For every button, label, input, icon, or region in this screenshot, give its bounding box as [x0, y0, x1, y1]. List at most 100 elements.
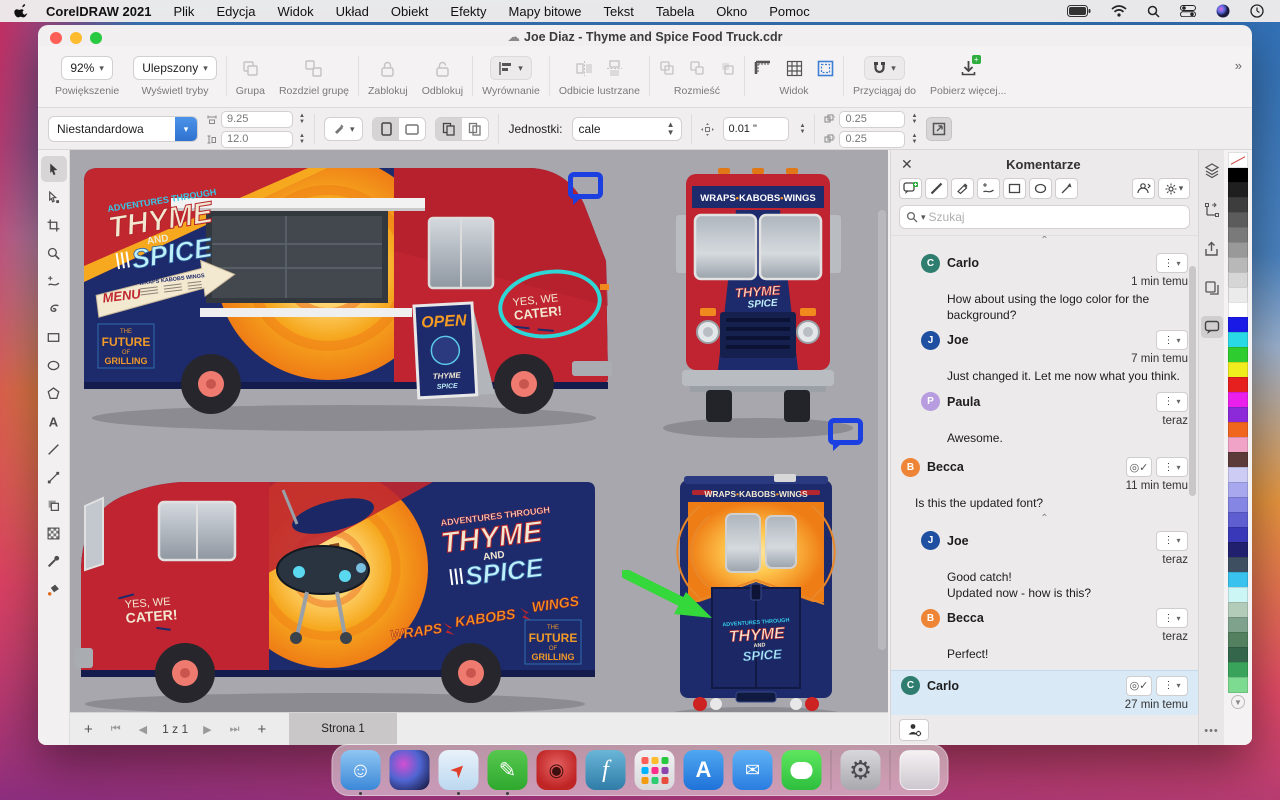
unlock-icon[interactable] [435, 60, 450, 77]
no-color-swatch[interactable] [1228, 152, 1248, 168]
landscape-button[interactable] [399, 118, 425, 140]
palette-scroll-down-button[interactable]: ▼ [1231, 695, 1245, 709]
search-input[interactable] [929, 210, 1183, 224]
dock-trash-icon[interactable] [900, 750, 940, 790]
account-settings-button[interactable] [899, 719, 929, 741]
line-tool[interactable] [41, 436, 67, 462]
color-swatch-24[interactable] [1228, 512, 1248, 528]
color-swatch-7[interactable] [1228, 257, 1248, 273]
comment-options-button[interactable]: ⋮▾ [1156, 253, 1188, 273]
dock-messages-icon[interactable] [782, 750, 822, 790]
siri-icon[interactable] [1216, 4, 1230, 18]
resolve-comment-button[interactable]: ◎✓ [1126, 457, 1152, 477]
rulers-icon[interactable] [754, 60, 772, 76]
color-swatch-19[interactable] [1228, 437, 1248, 453]
comment-options-button[interactable]: ⋮▾ [1156, 330, 1188, 350]
treat-as-filled-toggle[interactable] [926, 117, 952, 141]
page-width-field[interactable]: 9.25 [221, 111, 293, 128]
color-swatch-28[interactable] [1228, 572, 1248, 588]
color-swatch-16[interactable] [1228, 392, 1248, 408]
shadow-tool[interactable] [41, 492, 67, 518]
connector-tool[interactable] [41, 464, 67, 490]
nudge-stepper[interactable]: ▲▼ [800, 123, 806, 135]
color-swatch-3[interactable] [1228, 197, 1248, 213]
eyedropper-tool[interactable] [41, 548, 67, 574]
text-tool[interactable]: A [41, 408, 67, 434]
menu-item-tabela[interactable]: Tabela [656, 4, 694, 19]
page-border-icon[interactable] [817, 60, 834, 77]
group-objects-icon[interactable] [242, 60, 259, 77]
crop-tool[interactable] [41, 212, 67, 238]
add-page-button-2[interactable]: + [258, 721, 267, 738]
green-arrow-annotation[interactable] [622, 570, 714, 622]
portrait-button[interactable] [373, 118, 399, 140]
get-more-icon[interactable]: + [961, 60, 976, 76]
toolbar-overflow-button[interactable]: » [1235, 54, 1242, 73]
color-swatch-14[interactable] [1228, 362, 1248, 378]
color-swatch-1[interactable] [1228, 167, 1248, 183]
color-swatch-35[interactable] [1228, 677, 1248, 693]
mirror-vertical-icon[interactable] [607, 60, 622, 77]
freehand-annotation-icon[interactable] [977, 178, 1000, 199]
ellipse-annotation-icon[interactable] [1029, 178, 1052, 199]
color-swatch-5[interactable] [1228, 227, 1248, 243]
collaboration-icon[interactable] [1132, 178, 1155, 199]
view-mode-dropdown[interactable]: Ulepszony▾ [133, 56, 217, 80]
previous-page-button[interactable]: ◀ [139, 723, 147, 736]
ellipse-tool[interactable] [41, 352, 67, 378]
first-page-button[interactable]: ⏮ [111, 723, 121, 736]
color-swatch-2[interactable] [1228, 182, 1248, 198]
artistic-media-tool[interactable] [41, 296, 67, 322]
export-docker-icon[interactable] [1201, 238, 1223, 260]
dock-system-preferences-icon[interactable]: ⚙ [841, 750, 881, 790]
duplicate-x-field[interactable]: 0.25 [839, 111, 905, 128]
color-swatch-6[interactable] [1228, 242, 1248, 258]
arrow-annotation-icon[interactable] [1055, 178, 1078, 199]
comment-marker-2[interactable] [828, 418, 863, 450]
selected-comment-thread[interactable]: C Carlo ◎✓ ⋮▾ 27 min temu Cool design! [891, 670, 1198, 715]
color-swatch-31[interactable] [1228, 617, 1248, 633]
dock-app-store-icon[interactable]: A [684, 750, 724, 790]
menu-item-plik[interactable]: Plik [173, 4, 194, 19]
spotlight-search-icon[interactable] [1147, 5, 1160, 18]
docker-more-options[interactable]: ••• [1204, 725, 1219, 737]
pen-settings-dropdown[interactable]: ▾ [324, 117, 364, 141]
next-page-button[interactable]: ▶ [203, 723, 211, 736]
zoom-level-dropdown[interactable]: 92%▾ [61, 56, 113, 80]
dock-siri-icon[interactable] [390, 750, 430, 790]
dock-font-book-icon[interactable]: f [586, 750, 626, 790]
color-swatch-32[interactable] [1228, 632, 1248, 648]
control-center-icon[interactable] [1180, 5, 1196, 17]
color-swatch-17[interactable] [1228, 407, 1248, 423]
canvas-vertical-scrollbar[interactable] [878, 210, 886, 650]
polygon-tool[interactable] [41, 380, 67, 406]
color-swatch-11[interactable] [1228, 317, 1248, 333]
color-swatch-4[interactable] [1228, 212, 1248, 228]
dock-finder-icon[interactable]: ☺ [341, 750, 381, 790]
dock-launchpad-icon[interactable] [635, 750, 675, 790]
color-swatch-33[interactable] [1228, 647, 1248, 663]
color-swatch-12[interactable] [1228, 332, 1248, 348]
distribute-left-icon[interactable] [659, 60, 675, 76]
page-size-preset-dropdown[interactable]: Niestandardowa ▾ [48, 116, 198, 142]
color-swatch-23[interactable] [1228, 497, 1248, 513]
menu-item-pomoc[interactable]: Pomoc [769, 4, 809, 19]
freehand-tool[interactable] [41, 268, 67, 294]
color-swatch-8[interactable] [1228, 272, 1248, 288]
lock-icon[interactable] [380, 60, 395, 77]
color-swatch-9[interactable] [1228, 287, 1248, 303]
menu-item-okno[interactable]: Okno [716, 4, 747, 19]
zoom-tool[interactable] [41, 240, 67, 266]
menu-item-tekst[interactable]: Tekst [604, 4, 634, 19]
comment-marker-1[interactable] [568, 172, 603, 204]
menu-item-edycja[interactable]: Edycja [216, 4, 255, 19]
all-pages-button[interactable] [436, 118, 462, 140]
current-page-button[interactable] [462, 118, 488, 140]
nudge-distance-field[interactable]: 0.01 " [723, 117, 789, 141]
fill-tool[interactable] [41, 576, 67, 602]
transform-docker-icon[interactable] [1201, 199, 1223, 221]
rectangle-annotation-icon[interactable] [1003, 178, 1026, 199]
drawing-canvas[interactable]: ADVENTURES THROUGH THYME AND SPICE MENU … [70, 150, 888, 737]
transparency-tool[interactable] [41, 520, 67, 546]
color-swatch-10[interactable] [1228, 302, 1248, 318]
